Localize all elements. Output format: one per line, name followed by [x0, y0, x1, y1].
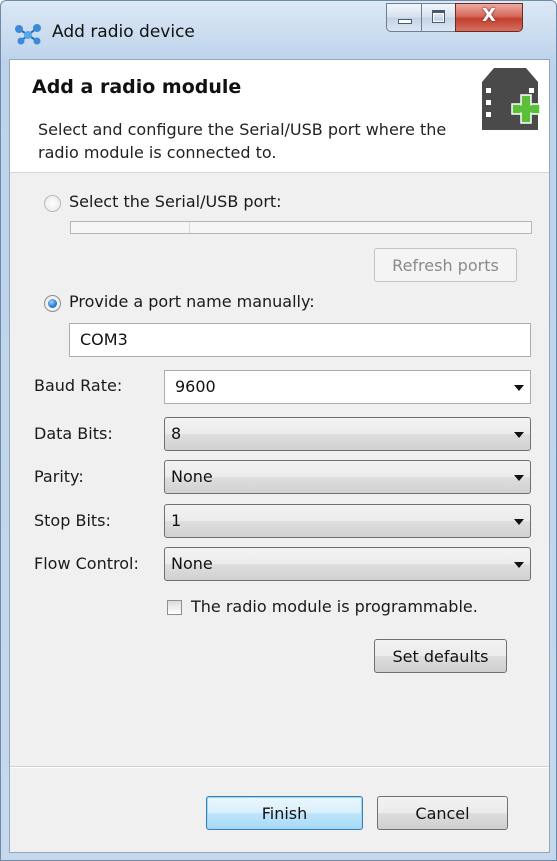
chevron-down-icon [514, 432, 524, 438]
finish-button[interactable]: Finish [206, 796, 363, 830]
chevron-down-icon [514, 562, 524, 568]
chevron-down-icon [514, 519, 524, 525]
close-icon: X [482, 5, 496, 26]
data-bits-value: 8 [171, 424, 182, 443]
parity-label: Parity: [34, 467, 84, 486]
select-serial-port-label: Select the Serial/USB port: [69, 192, 282, 211]
chevron-down-icon [514, 475, 524, 481]
chevron-down-icon [514, 385, 524, 391]
stop-bits-select[interactable]: 1 [164, 504, 531, 538]
dialog-content: Add a radio module Select and configure … [9, 59, 550, 853]
title-bar[interactable]: Add radio device X [1, 1, 556, 59]
baud-rate-value: 9600 [175, 377, 216, 396]
network-nodes-icon [15, 24, 41, 45]
data-bits-label: Data Bits: [34, 424, 113, 443]
flow-control-select[interactable]: None [164, 547, 531, 581]
serial-port-list[interactable] [70, 221, 532, 234]
programmable-label: The radio module is programmable. [191, 597, 478, 616]
close-button[interactable]: X [455, 3, 523, 32]
cancel-button[interactable]: Cancel [377, 796, 508, 830]
stop-bits-label: Stop Bits: [34, 511, 111, 530]
manual-port-input[interactable]: COM3 [69, 323, 531, 357]
parity-value: None [171, 467, 213, 486]
select-serial-port-radio[interactable] [44, 195, 61, 212]
page-description: Select and configure the Serial/USB port… [38, 120, 447, 162]
window-title: Add radio device [52, 22, 195, 42]
baud-rate-label: Baud Rate: [34, 376, 123, 395]
maximize-button[interactable] [421, 3, 456, 32]
manual-port-radio[interactable] [44, 295, 61, 312]
flow-control-label: Flow Control: [34, 554, 139, 573]
radio-module-add-icon [482, 68, 541, 130]
set-defaults-button[interactable]: Set defaults [374, 639, 507, 673]
refresh-ports-button[interactable]: Refresh ports [374, 248, 517, 282]
data-bits-select[interactable]: 8 [164, 417, 531, 451]
stop-bits-value: 1 [171, 511, 182, 530]
parity-select[interactable]: None [164, 460, 531, 494]
flow-control-value: None [171, 554, 213, 573]
footer-separator [10, 766, 549, 768]
programmable-checkbox[interactable] [167, 600, 182, 615]
dialog-window: Add radio device X Add a radio module Se… [0, 0, 557, 861]
minimize-button[interactable] [386, 3, 422, 32]
baud-rate-combo[interactable]: 9600 [164, 370, 531, 404]
page-title: Add a radio module [32, 76, 242, 98]
manual-port-label: Provide a port name manually: [69, 292, 315, 311]
wizard-header: Add a radio module Select and configure … [10, 60, 549, 173]
